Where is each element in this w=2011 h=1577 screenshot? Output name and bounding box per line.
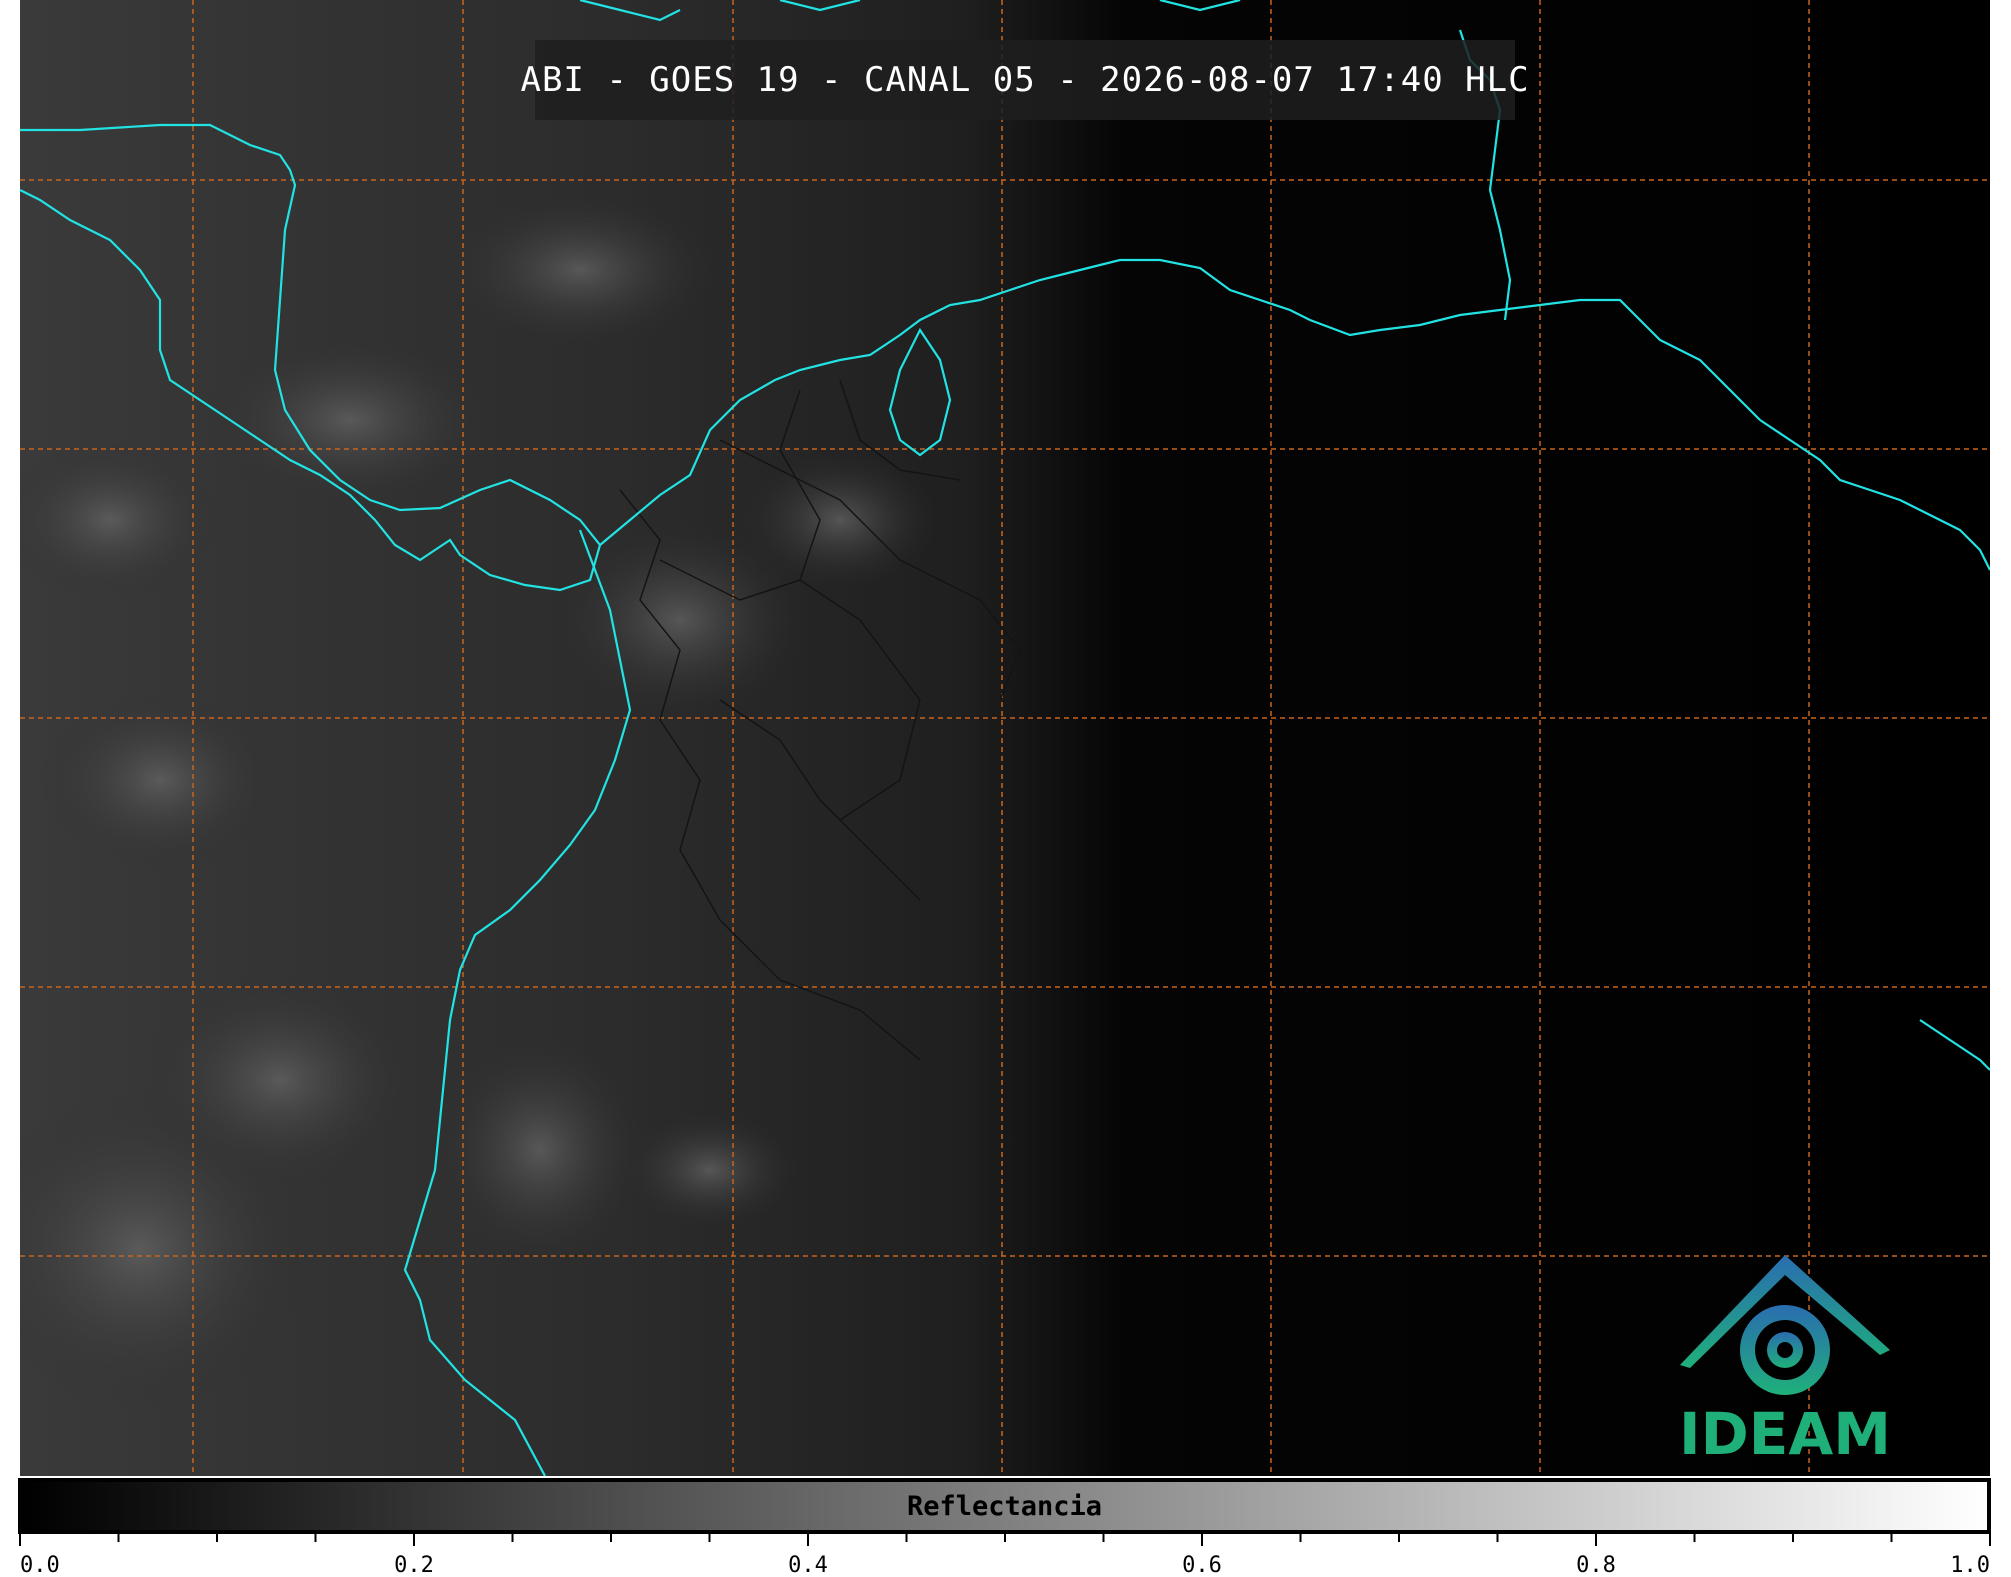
satellite-map: ABI - GOES 19 - CANAL 05 - 2026-08-07 17…: [20, 0, 1990, 1476]
tick-label: 0.4: [788, 1553, 828, 1577]
colorbar-ticks: 0.0 0.2 0.4 0.6 0.8 1.0: [19, 1534, 1991, 1577]
title-banner: ABI - GOES 19 - CANAL 05 - 2026-08-07 17…: [520, 40, 1529, 120]
tick-label: 0.6: [1182, 1553, 1222, 1577]
image-title: ABI - GOES 19 - CANAL 05 - 2026-08-07 17…: [520, 60, 1530, 100]
tick-label: 0.8: [1576, 1553, 1616, 1577]
tick-label: 0.0: [20, 1553, 60, 1577]
ideam-emblem-icon: [1680, 1255, 1890, 1395]
ideam-logo: IDEAM: [1660, 1250, 1910, 1475]
logo-text: IDEAM: [1679, 1400, 1891, 1468]
tick-label: 0.2: [394, 1553, 434, 1577]
tick-label: 1.0: [1950, 1553, 1990, 1577]
colorbar: Reflectancia: [18, 1478, 1991, 1534]
colorbar-label: Reflectancia: [906, 1490, 1103, 1522]
